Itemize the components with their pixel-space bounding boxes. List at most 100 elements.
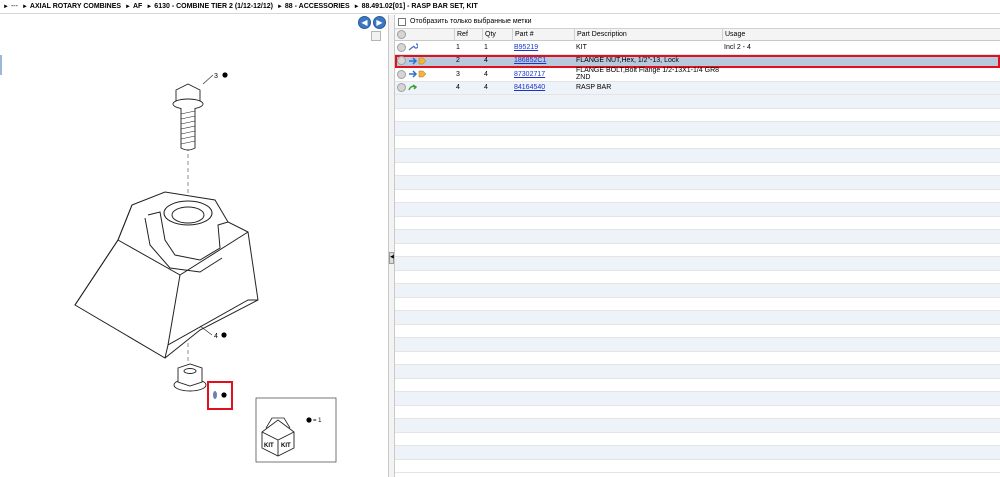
callout-3-leader (202, 74, 214, 85)
callout-2-marker (213, 391, 217, 399)
table-row[interactable]: 4 4 84164540 RASP BAR (395, 81, 1000, 95)
callout-4-label: 4 (214, 333, 218, 340)
cell-part-link[interactable]: 84164540 (512, 82, 574, 95)
cell-usage (722, 82, 1000, 95)
cell-part-link[interactable]: 87302717 (512, 68, 574, 81)
cell-description: RASP BAR (576, 84, 612, 92)
cell-part-link[interactable]: 186852C1 (512, 55, 574, 68)
cell-ref: 1 (456, 43, 460, 51)
header-icon-column (395, 29, 454, 40)
empty-row (395, 365, 1000, 379)
chevron-right-icon: ► (3, 3, 9, 10)
empty-row (395, 324, 1000, 338)
breadcrumb-item-product-line[interactable]: ► AXIAL ROTARY COMBINES (22, 3, 121, 10)
show-selected-only-label: Отобразить только выбранные метки (410, 18, 532, 25)
filter-row: Отобразить только выбранные метки (395, 15, 1000, 29)
cell-qty: 1 (484, 43, 488, 51)
breadcrumb-item-section[interactable]: ► 88 - ACCESSORIES (277, 3, 350, 10)
breadcrumb: ► --- ► AXIAL ROTARY COMBINES ► AF ► 6130 - … (0, 0, 1000, 14)
empty-row (395, 189, 1000, 203)
row-select-icon[interactable] (397, 69, 406, 79)
cell-qty: 4 (484, 57, 488, 65)
empty-row (395, 311, 1000, 325)
empty-row (395, 95, 1000, 109)
parts-list-pane: Отобразить только выбранные метки Ref Qt… (395, 15, 1000, 477)
callout-2-dot (221, 392, 227, 398)
row-select-icon[interactable] (397, 42, 406, 52)
parts-table-header: Ref Qty Part # Part Description Usage (395, 29, 1000, 41)
flange-nut-drawing[interactable] (173, 363, 207, 392)
show-selected-only-checkbox[interactable] (398, 17, 406, 26)
chevron-right-icon: ► (276, 3, 283, 10)
cell-usage (722, 68, 1000, 81)
table-row-selected[interactable]: 2 4 186852C1 FLANGE NUT,Hex, 1/2"-13, Lo… (395, 54, 1000, 68)
tag-icon (418, 71, 427, 78)
header-ref[interactable]: Ref (454, 29, 482, 40)
header-usage[interactable]: Usage (722, 29, 1000, 40)
table-row[interactable]: 1 1 B95219 KIT Incl 2 - 4 (395, 41, 1000, 55)
kit-legend: KIT KIT = 1 (255, 397, 337, 463)
breadcrumb-item-series[interactable]: ► AF (125, 3, 142, 10)
tag-icon (418, 57, 427, 64)
empty-row (395, 432, 1000, 446)
cell-ref: 3 (456, 70, 460, 78)
empty-row (395, 351, 1000, 365)
empty-row (395, 284, 1000, 298)
empty-row (395, 338, 1000, 352)
empty-rows (395, 95, 1000, 473)
empty-row (395, 176, 1000, 190)
parts-table-body: 1 1 B95219 KIT Incl 2 - 4 2 4 186852C1 F… (395, 41, 1000, 473)
row-select-icon[interactable] (397, 83, 406, 93)
highlight-callout-2 (207, 381, 233, 410)
breadcrumb-item-root[interactable]: ► --- (3, 3, 18, 10)
callout-4-dot (221, 332, 227, 338)
pane-splitter[interactable]: ◀ (388, 15, 395, 477)
cell-usage (722, 55, 1000, 68)
empty-row (395, 378, 1000, 392)
breadcrumb-item-current: ► 88.491.02[01] - RASP BAR SET, KIT (353, 3, 478, 10)
empty-row (395, 459, 1000, 473)
chevron-right-icon: ► (146, 3, 153, 10)
cell-qty: 4 (484, 70, 488, 78)
chevron-right-icon: ► (125, 3, 131, 10)
diagram-pane: ◀ ▶ 3 4 KIT KIT = 1 (0, 15, 388, 477)
kit-label-right: KIT (281, 443, 291, 449)
empty-row (395, 270, 1000, 284)
header-part-number[interactable]: Part # (512, 29, 574, 40)
breadcrumb-item-model[interactable]: ► 6130 - COMBINE TIER 2 (1/12-12/12) (146, 3, 273, 10)
empty-row (395, 419, 1000, 433)
table-row[interactable]: 3 4 87302717 FLANGE BOLT,Bolt Flange 1/2… (395, 67, 1000, 82)
empty-row (395, 216, 1000, 230)
empty-row (395, 122, 1000, 136)
cell-qty: 4 (484, 84, 488, 92)
empty-row (395, 392, 1000, 406)
recycle-arrow-icon (408, 84, 418, 91)
row-select-icon[interactable] (397, 56, 406, 66)
cell-usage: Incl 2 - 4 (724, 43, 751, 51)
empty-row (395, 405, 1000, 419)
select-all-icon[interactable] (397, 30, 406, 39)
chevron-right-icon: ► (353, 3, 360, 10)
header-part-description[interactable]: Part Description (574, 29, 722, 40)
kit-label-left: KIT (264, 443, 274, 449)
empty-row (395, 149, 1000, 163)
rasp-bar-drawing[interactable] (74, 191, 259, 359)
kit-legend-text: = 1 (313, 418, 322, 424)
header-qty[interactable]: Qty (482, 29, 512, 40)
empty-row (395, 135, 1000, 149)
empty-row (395, 243, 1000, 257)
empty-row (395, 203, 1000, 217)
callout-3-dot (222, 72, 228, 78)
arrow-icon (409, 70, 418, 78)
collapse-handle-icon[interactable]: ◀ (389, 252, 394, 264)
empty-row (395, 297, 1000, 311)
flange-bolt-drawing[interactable] (172, 83, 204, 151)
kit-legend-dot (306, 417, 312, 423)
cell-ref: 4 (456, 84, 460, 92)
cell-part-link[interactable]: B95219 (512, 41, 574, 54)
callout-3-label: 3 (214, 73, 218, 80)
arrow-icon (409, 57, 418, 65)
cell-description: FLANGE BOLT,Bolt Flange 1/2-13X1-1/4 GR8… (576, 67, 720, 82)
wrench-icon (408, 43, 418, 51)
parts-diagram: 3 4 KIT KIT = 1 (74, 72, 337, 463)
